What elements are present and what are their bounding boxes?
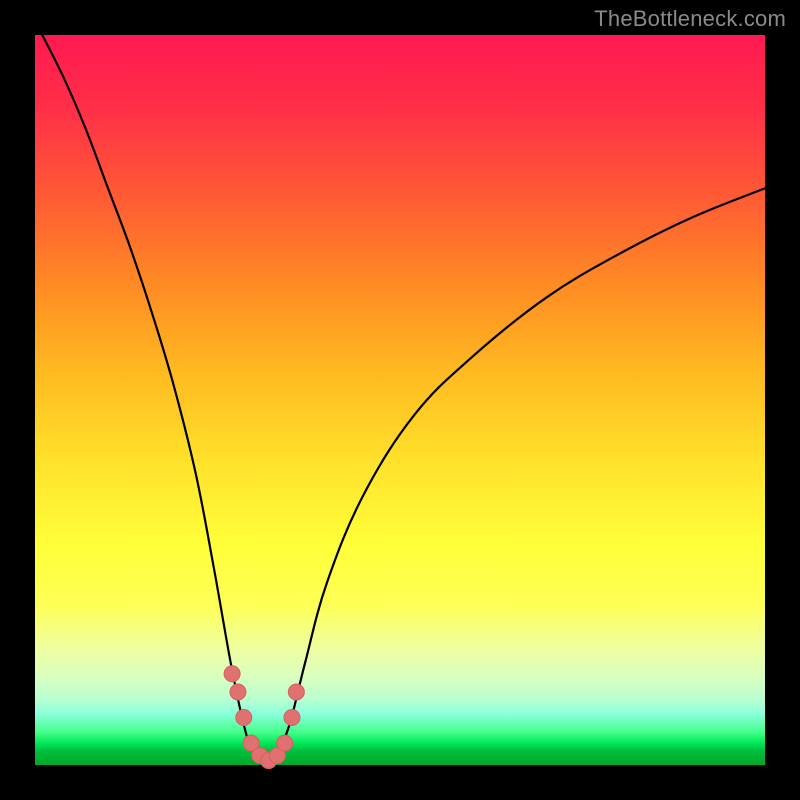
highlight-markers — [224, 666, 304, 769]
chart-svg — [35, 35, 765, 765]
watermark-text: TheBottleneck.com — [594, 6, 786, 32]
marker-point — [224, 666, 240, 682]
plot-area — [35, 35, 765, 765]
marker-point — [230, 684, 246, 700]
marker-point — [277, 735, 293, 751]
bottleneck-curve — [42, 35, 765, 765]
marker-point — [284, 710, 300, 726]
marker-point — [236, 710, 252, 726]
chart-stage: TheBottleneck.com — [0, 0, 800, 800]
marker-point — [288, 684, 304, 700]
